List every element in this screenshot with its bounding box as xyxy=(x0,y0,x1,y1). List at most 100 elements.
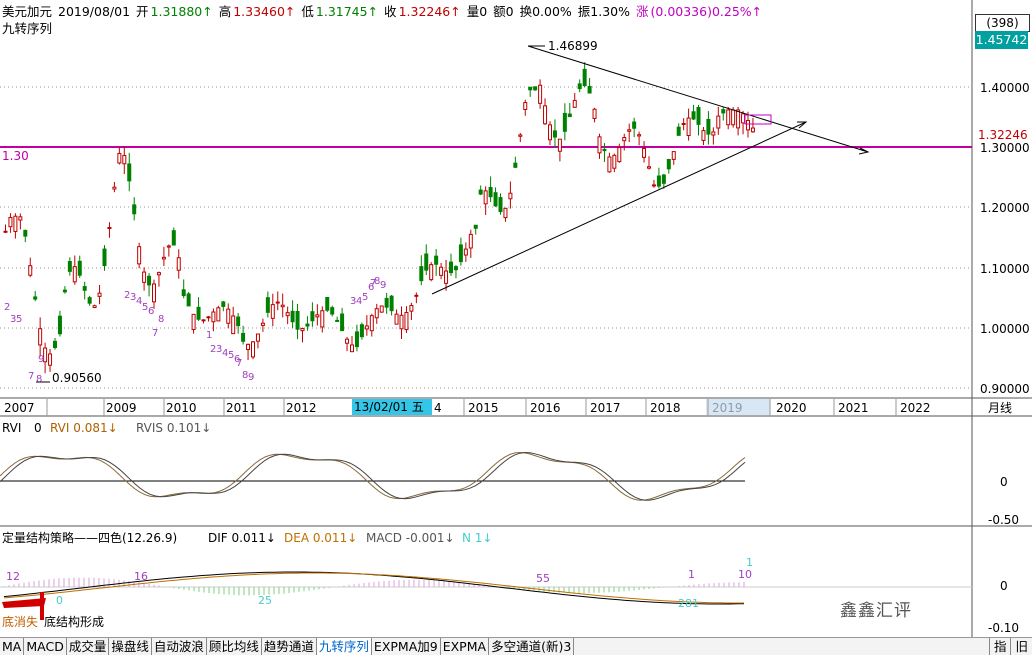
chart-canvas[interactable]: 1.40000 1.30000 1.20000 1.10000 1.00000 … xyxy=(0,0,1032,637)
candle xyxy=(409,305,414,312)
tab-guppy[interactable]: 顾比均线 xyxy=(207,638,262,655)
candle xyxy=(671,151,676,160)
candle xyxy=(122,154,127,165)
candle xyxy=(290,310,295,323)
tab-auto-wave[interactable]: 自动波浪 xyxy=(152,638,207,655)
candle xyxy=(181,289,186,297)
candle xyxy=(661,174,666,184)
candle xyxy=(458,244,463,263)
sequence-label: 5 xyxy=(362,292,368,303)
candle xyxy=(3,230,8,233)
tab-expma9[interactable]: EXPMA加9 xyxy=(372,638,441,655)
year-label: 2017 xyxy=(590,401,621,415)
candle xyxy=(666,159,671,170)
sequence-label: 7 xyxy=(152,328,158,339)
candle xyxy=(33,296,38,300)
rvi-param: 0 xyxy=(34,421,42,435)
candle xyxy=(132,204,137,215)
tab-long-short[interactable]: 多空通道(新)3 xyxy=(489,638,575,655)
candle xyxy=(87,297,92,304)
candle xyxy=(548,124,552,141)
candle xyxy=(191,313,196,330)
candle xyxy=(384,297,389,308)
candle xyxy=(315,314,320,318)
candle xyxy=(330,307,335,315)
candle xyxy=(117,152,122,164)
rvis-value: RVIS 0.101↓ xyxy=(136,421,211,435)
candle xyxy=(57,315,62,335)
candle xyxy=(508,192,513,200)
candle xyxy=(562,112,567,132)
candle xyxy=(18,216,23,221)
candle xyxy=(533,86,538,91)
candle xyxy=(483,190,488,205)
macd-label: 16 xyxy=(134,570,148,583)
candle xyxy=(686,117,691,136)
candle xyxy=(741,113,746,124)
indicator-tabs: MA MACD 成交量 操盘线 自动波浪 顾比均线 趋势通道 九转序列 EXPM… xyxy=(0,637,1032,655)
candle xyxy=(201,319,206,322)
price-tick: 1.10000 xyxy=(980,262,1030,276)
tab-trend-channel[interactable]: 趋势通道 xyxy=(262,638,317,655)
macd-label: 281 xyxy=(678,597,699,610)
candle xyxy=(394,313,399,325)
level-130-label: 1.30 xyxy=(2,149,29,163)
candle xyxy=(38,328,43,346)
sequence-label: 8 xyxy=(158,314,164,325)
candle xyxy=(691,111,696,120)
candle xyxy=(280,304,285,308)
sequence-label: 7 xyxy=(236,358,242,369)
time-axis: 2007 2009 2010 2011 2012 4 2015 2016 201… xyxy=(4,401,1012,415)
candle xyxy=(72,266,77,283)
candle xyxy=(716,115,721,129)
candle xyxy=(523,102,528,110)
candle xyxy=(216,307,221,322)
price-grid xyxy=(0,86,972,389)
macd-label: 25 xyxy=(258,594,272,607)
candle xyxy=(444,270,449,284)
tab-trade-line[interactable]: 操盘线 xyxy=(109,638,152,655)
candle xyxy=(92,305,97,309)
sequence-label: 7 xyxy=(28,371,34,382)
price-tick: 1.40000 xyxy=(980,81,1030,95)
candle xyxy=(701,130,706,141)
sequence-label: 1 xyxy=(206,330,212,341)
candle xyxy=(265,297,270,313)
candle xyxy=(102,248,107,267)
tab-volume[interactable]: 成交量 xyxy=(67,638,110,655)
cursor-date: 13/02/01 五 xyxy=(352,399,432,415)
tab-td-sequence[interactable]: 九转序列 xyxy=(316,638,372,655)
year-label: 2016 xyxy=(530,401,561,415)
candle xyxy=(651,184,656,187)
candle xyxy=(498,197,503,213)
tab-macd[interactable]: MACD xyxy=(24,638,67,655)
tab-index[interactable]: 指 xyxy=(988,638,1011,655)
macd-label: 1 xyxy=(746,556,753,569)
tab-ma[interactable]: MA xyxy=(0,638,25,655)
candle xyxy=(23,229,28,237)
rvi-value: RVI 0.081↓ xyxy=(50,421,118,435)
macd-label: 1 xyxy=(688,568,695,581)
candle xyxy=(632,121,637,129)
candle xyxy=(147,275,152,286)
tab-expma[interactable]: EXPMA xyxy=(441,638,490,655)
candle xyxy=(97,292,102,297)
candle xyxy=(364,325,369,330)
peak-label: 1.46899 xyxy=(548,39,598,53)
candle xyxy=(270,304,275,319)
candle xyxy=(359,324,364,338)
candle xyxy=(488,187,493,198)
candle xyxy=(617,147,622,163)
macd-label: 10 xyxy=(738,568,752,581)
candle xyxy=(577,83,582,90)
candle xyxy=(67,261,72,272)
candle xyxy=(572,99,577,108)
tab-old[interactable]: 旧 xyxy=(1010,638,1032,655)
candle xyxy=(493,192,498,207)
candle xyxy=(750,127,755,133)
candle xyxy=(354,331,359,348)
candle xyxy=(518,134,523,137)
candle xyxy=(746,119,750,131)
rvi-tick: -0.50 xyxy=(988,513,1019,527)
candle xyxy=(226,308,231,324)
